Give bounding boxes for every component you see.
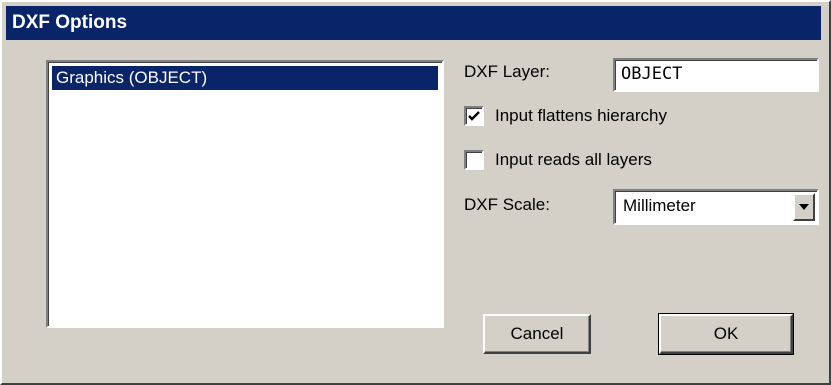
flatten-hierarchy-checkbox[interactable] [464, 106, 484, 126]
ok-button[interactable]: OK [658, 313, 794, 355]
read-all-layers-option[interactable]: Input reads all layers [464, 150, 652, 170]
dxf-scale-dropdown[interactable]: Millimeter [613, 189, 819, 225]
flatten-hierarchy-option[interactable]: Input flattens hierarchy [464, 106, 667, 126]
dxf-scale-label: DXF Scale: [464, 195, 550, 214]
read-all-layers-label: Input reads all layers [495, 150, 652, 169]
dxf-scale-value: Millimeter [623, 196, 696, 215]
chevron-down-icon [799, 204, 809, 210]
read-all-layers-checkbox[interactable] [464, 150, 484, 170]
window-title: DXF Options [12, 12, 128, 33]
list-item[interactable]: Graphics (OBJECT) [52, 66, 438, 90]
dropdown-arrow-button[interactable] [793, 193, 815, 221]
title-bar[interactable]: DXF Options [6, 6, 821, 40]
cancel-button[interactable]: Cancel [483, 314, 591, 354]
checkmark-icon [468, 111, 480, 121]
flatten-hierarchy-label: Input flattens hierarchy [495, 106, 667, 125]
dxf-layer-label: DXF Layer: [464, 62, 550, 81]
layers-listbox[interactable]: Graphics (OBJECT) [46, 60, 444, 328]
dxf-layer-field[interactable]: OBJECT [613, 58, 819, 92]
dxf-options-dialog: DXF Options Graphics (OBJECT) DXF Layer:… [0, 0, 831, 385]
